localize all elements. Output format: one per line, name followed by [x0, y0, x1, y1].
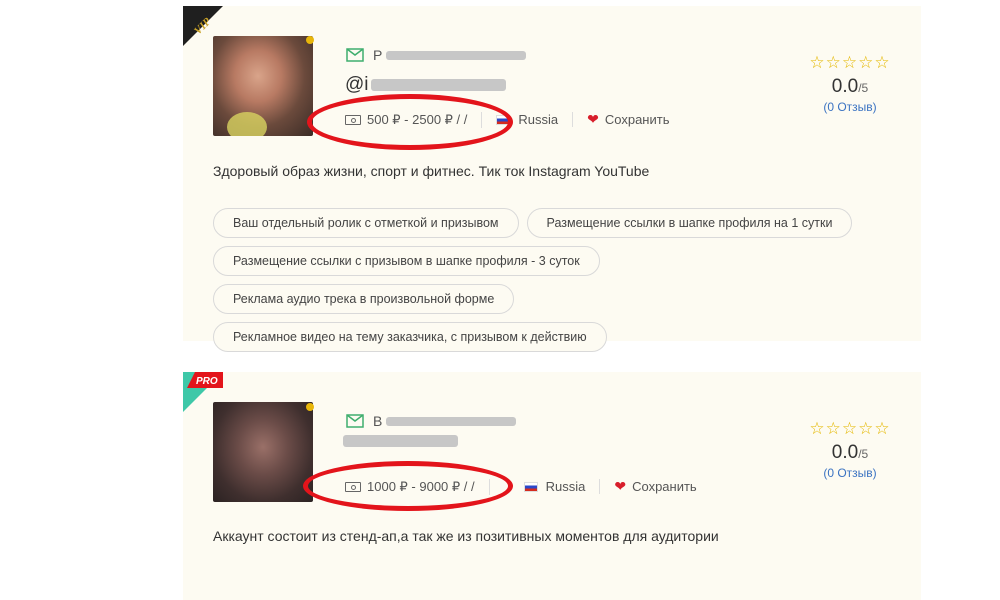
- avatar[interactable]: [213, 402, 313, 502]
- service-tag[interactable]: Реклама аудио трека в произвольной форме: [213, 284, 515, 314]
- redacted-name: [386, 416, 517, 426]
- verified-mail-icon: [346, 414, 364, 428]
- redacted-handle: [370, 79, 506, 91]
- country: Russia: [490, 479, 601, 494]
- profile-name: P: [373, 47, 527, 63]
- save-button[interactable]: ❤ Сохранить: [573, 111, 669, 128]
- money-icon: [345, 114, 361, 125]
- rating-score: 0.0/5: [831, 76, 869, 97]
- reviews-link[interactable]: (0 Отзыв): [795, 466, 905, 480]
- service-tag[interactable]: Рекламное видео на тему заказчика, с при…: [213, 322, 607, 352]
- heart-icon: ❤: [614, 478, 627, 494]
- online-status-dot: [306, 36, 314, 44]
- star-rating-icons[interactable]: ☆☆☆☆☆: [795, 420, 905, 438]
- service-tag[interactable]: Ваш отдельный ролик с отметкой и призыво…: [213, 208, 519, 238]
- profile-description: Аккаунт состоит из стенд-ап,а так же из …: [213, 528, 719, 544]
- star-rating-icons[interactable]: ☆☆☆☆☆: [795, 54, 905, 72]
- russia-flag-icon: [523, 481, 538, 492]
- redacted-name: [386, 50, 527, 60]
- svg-text:PRO: PRO: [196, 376, 218, 387]
- influencer-card: VIP P @i 500 ₽ - 2500 ₽ / / Russia ❤ Сох…: [183, 6, 921, 352]
- profile-description: Здоровый образ жизни, спорт и фитнес. Ти…: [213, 163, 650, 179]
- online-status-dot: [306, 403, 314, 411]
- country: Russia: [482, 112, 574, 127]
- verified-mail-icon: [346, 48, 364, 62]
- redacted-handle: [343, 435, 458, 447]
- profile-meta: 500 ₽ - 2500 ₽ / / Russia ❤ Сохранить: [345, 111, 669, 128]
- avatar[interactable]: [213, 36, 313, 136]
- profile-handle[interactable]: @i: [345, 74, 506, 96]
- profile-meta: 1000 ₽ - 9000 ₽ / / Russia ❤ Сохранить: [345, 478, 697, 495]
- heart-icon: ❤: [587, 111, 599, 127]
- russia-flag-icon: [496, 114, 511, 125]
- service-tag[interactable]: Размещение ссылки в шапке профиля на 1 с…: [526, 208, 853, 238]
- rating-block: ☆☆☆☆☆ 0.0/5 (0 Отзыв): [795, 54, 905, 115]
- influencer-card: PRO B 1000 ₽ - 9000 ₽ / / Russia ❤ Сохра…: [183, 372, 921, 600]
- profile-name: B: [373, 413, 517, 429]
- save-button[interactable]: ❤ Сохранить: [600, 478, 696, 495]
- price-range: 500 ₽ - 2500 ₽ / /: [345, 111, 483, 128]
- price-range: 1000 ₽ - 9000 ₽ / /: [345, 478, 490, 495]
- service-tag[interactable]: Размещение ссылки с призывом в шапке про…: [213, 246, 600, 276]
- profile-handle[interactable]: [343, 435, 458, 447]
- service-tags: Ваш отдельный ролик с отметкой и призыво…: [213, 208, 903, 352]
- reviews-link[interactable]: (0 Отзыв): [795, 100, 905, 114]
- rating-block: ☆☆☆☆☆ 0.0/5 (0 Отзыв): [795, 420, 905, 481]
- money-icon: [345, 481, 361, 492]
- rating-score: 0.0/5: [831, 442, 869, 463]
